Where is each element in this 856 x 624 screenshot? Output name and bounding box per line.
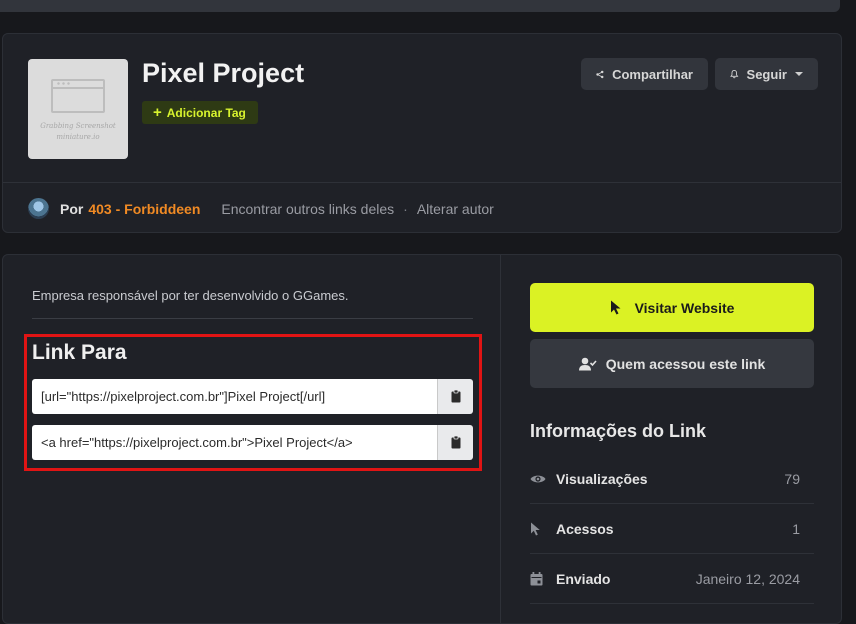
left-column: Empresa responsável por ter desenvolvido… <box>3 255 500 623</box>
author-prefix: Por <box>60 200 84 217</box>
copy-bbcode-button[interactable] <box>437 379 473 414</box>
find-other-links-link[interactable]: Encontrar outros links deles <box>221 201 394 217</box>
who-accessed-label: Quem acessou este link <box>605 355 766 372</box>
plus-icon: + <box>153 104 162 121</box>
visit-website-label: Visitar Website <box>634 299 735 316</box>
link-details-card: Empresa responsável por ter desenvolvido… <box>2 254 842 624</box>
bbcode-row: [url="https://pixelproject.com.br"]Pixel… <box>32 379 473 414</box>
thumbnail-caption: Grabbing Screenshot miniature.io <box>40 122 116 141</box>
visit-website-button[interactable]: Visitar Website <box>530 283 814 332</box>
cursor-icon <box>530 522 556 536</box>
info-row-access: Acessos 1 <box>530 504 814 554</box>
info-row-views: Visualizações 79 <box>530 454 814 504</box>
page-title: Pixel Project <box>142 58 305 88</box>
separator-dot: · <box>403 200 408 217</box>
website-thumbnail: Grabbing Screenshot miniature.io <box>28 59 128 159</box>
project-header-card: Grabbing Screenshot miniature.io Pixel P… <box>2 33 842 233</box>
calendar-icon <box>530 571 556 586</box>
chevron-down-icon <box>795 72 803 76</box>
info-value: Janeiro 12, 2024 <box>695 570 800 587</box>
clipboard-icon <box>451 390 460 403</box>
who-accessed-button[interactable]: Quem acessou este link <box>530 339 814 388</box>
follow-button[interactable]: Seguir <box>715 58 818 90</box>
follow-label: Seguir <box>746 66 787 82</box>
copy-html-button[interactable] <box>437 425 473 460</box>
clipboard-icon <box>451 436 460 449</box>
browser-window-icon <box>51 79 105 113</box>
eye-icon <box>530 473 556 485</box>
change-author-link[interactable]: Alterar autor <box>417 201 494 217</box>
divider <box>32 318 473 319</box>
avatar[interactable] <box>28 198 49 219</box>
cursor-icon <box>610 300 621 315</box>
share-label: Compartilhar <box>612 66 693 82</box>
share-button[interactable]: Compartilhar <box>581 58 708 90</box>
info-value: 79 <box>784 470 800 487</box>
author-name-link[interactable]: 403 - Forbiddeen <box>88 201 200 217</box>
link-info-title: Informações do Link <box>530 421 707 441</box>
user-check-icon <box>578 357 597 370</box>
info-label: Acessos <box>556 520 614 537</box>
bbcode-field[interactable]: [url="https://pixelproject.com.br"]Pixel… <box>32 379 437 414</box>
info-value: 1 <box>792 520 800 537</box>
top-bar <box>0 0 840 12</box>
author-row: Por 403 - Forbiddeen Encontrar outros li… <box>3 182 841 234</box>
add-tag-label: Adicionar Tag <box>166 105 246 120</box>
info-row-sent: Enviado Janeiro 12, 2024 <box>530 554 814 604</box>
description-text: Empresa responsável por ter desenvolvido… <box>32 288 349 303</box>
html-code-row: <a href="https://pixelproject.com.br">Pi… <box>32 425 473 460</box>
add-tag-button[interactable]: + Adicionar Tag <box>142 101 258 124</box>
link-para-title: Link Para <box>32 341 127 364</box>
html-code-field[interactable]: <a href="https://pixelproject.com.br">Pi… <box>32 425 437 460</box>
info-label: Visualizações <box>556 470 648 487</box>
share-icon <box>596 70 604 78</box>
right-column: Visitar Website Quem acessou este link I… <box>500 255 841 623</box>
info-label: Enviado <box>556 570 611 587</box>
bell-icon <box>730 69 739 79</box>
